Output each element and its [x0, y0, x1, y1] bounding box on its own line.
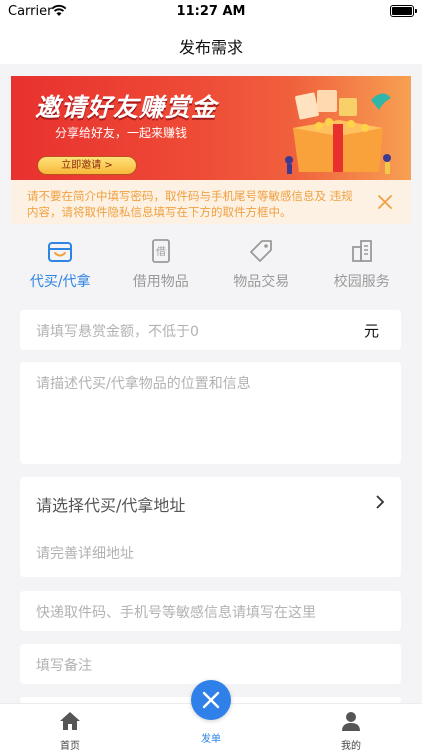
- notice-text: 请不要在简介中填写密码，取件码与手机尾号等敏感信息及 违规内容，请将取件隐私信息…: [27, 189, 353, 219]
- sensitive-info-input[interactable]: 快递取件码、手机号等敏感信息请填写在这里: [36, 602, 316, 622]
- sensitive-info-field[interactable]: 快递取件码、手机号等敏感信息请填写在这里: [20, 591, 401, 631]
- description-textarea[interactable]: 请描述代买/代拿物品的位置和信息: [36, 373, 251, 393]
- tab-mine[interactable]: 我的: [321, 710, 381, 750]
- building-icon: [351, 240, 372, 262]
- invite-banner[interactable]: 邀请好友赚赏金 分享给好友，一起来赚钱 立即邀请 >: [11, 76, 411, 180]
- address-select[interactable]: 请选择代买/代拿地址: [36, 492, 185, 516]
- close-icon[interactable]: [377, 194, 393, 210]
- invite-now-button[interactable]: 立即邀请 >: [37, 156, 137, 175]
- banner-subtitle: 分享给好友，一起来赚钱: [55, 126, 188, 140]
- close-x-icon: [202, 691, 220, 709]
- tab-buy-fetch[interactable]: 代买/代拿: [10, 230, 111, 300]
- tab-mine-label: 我的: [341, 741, 361, 750]
- battery-icon: [390, 5, 417, 17]
- user-icon: [342, 712, 360, 731]
- tab-post[interactable]: 发单: [181, 730, 241, 745]
- category-tabs: 代买/代拿 借 借用物品 物品交易 校园服务: [10, 230, 412, 300]
- privacy-notice: 请不要在简介中填写密码，取件码与手机尾号等敏感信息及 违规内容，请将取件隐私信息…: [11, 180, 411, 224]
- remark-field[interactable]: 填写备注: [20, 644, 401, 684]
- tab-home[interactable]: 首页: [40, 710, 100, 750]
- tab-label: 代买/代拿: [29, 274, 91, 290]
- page-title: 发布需求: [178, 38, 243, 57]
- navigation-bar: 发布需求: [0, 24, 422, 64]
- status-bar: Carrier 11:27 AM: [0, 0, 422, 24]
- shopping-bag-icon: [48, 242, 73, 262]
- currency-unit: 元: [363, 322, 379, 340]
- tab-borrow[interactable]: 借 借用物品: [111, 230, 212, 300]
- tab-home-label: 首页: [60, 741, 80, 750]
- description-field[interactable]: 请描述代买/代拿物品的位置和信息: [20, 362, 401, 464]
- post-order-button[interactable]: [191, 680, 231, 720]
- address-card: 请选择代买/代拿地址 请完善详细地址: [20, 477, 401, 577]
- reward-amount-field[interactable]: 请填写悬赏金额，不低于0 元: [20, 310, 401, 350]
- gift-box-illustration: [285, 90, 391, 174]
- price-tag-icon: [250, 240, 273, 262]
- tab-label: 物品交易: [233, 274, 290, 290]
- svg-text:借: 借: [156, 246, 166, 258]
- tab-trade[interactable]: 物品交易: [211, 230, 312, 300]
- chevron-right-icon[interactable]: [375, 495, 385, 509]
- banner-title: 邀请好友赚赏金: [35, 93, 218, 122]
- reward-amount-input[interactable]: 请填写悬赏金额，不低于0: [36, 321, 199, 341]
- address-detail-input[interactable]: 请完善详细地址: [36, 543, 134, 563]
- tab-campus-service[interactable]: 校园服务: [312, 230, 413, 300]
- tab-label: 校园服务: [333, 274, 390, 290]
- tab-post-label: 发单: [201, 734, 221, 745]
- clock: 11:27 AM: [176, 4, 246, 19]
- tab-label: 借用物品: [132, 274, 189, 290]
- remark-input[interactable]: 填写备注: [36, 655, 92, 675]
- home-icon: [60, 712, 80, 730]
- borrow-receipt-icon: 借: [151, 239, 170, 263]
